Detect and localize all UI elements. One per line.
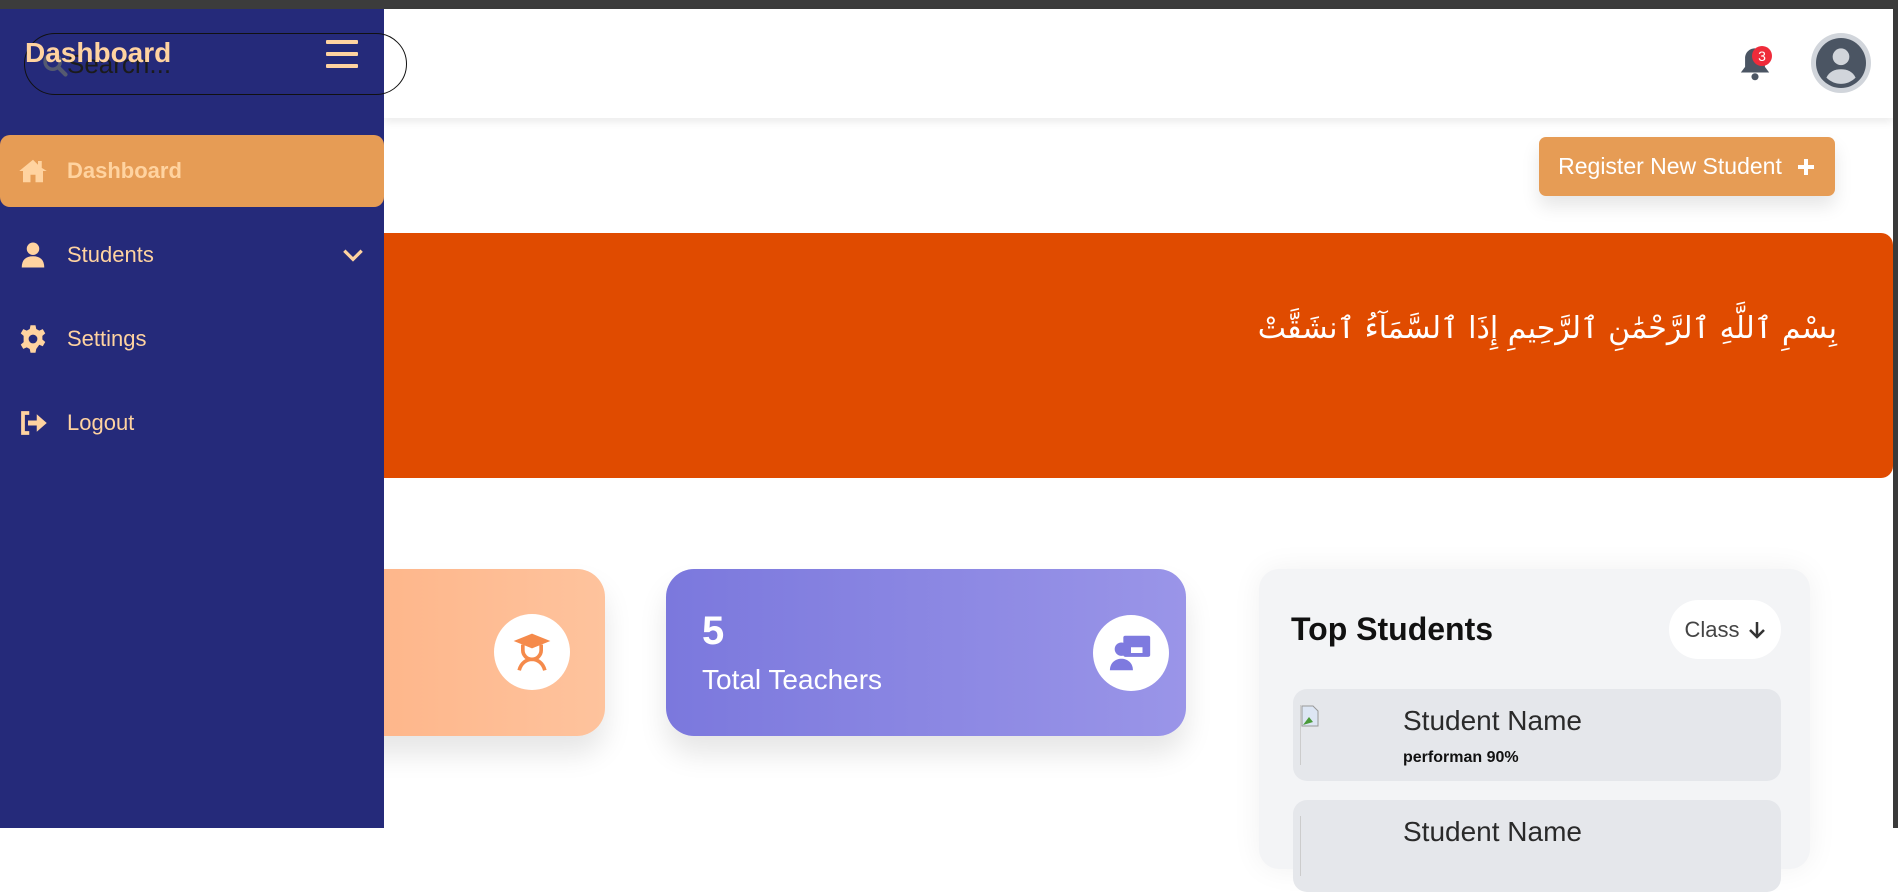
scrollbar[interactable] xyxy=(1893,9,1898,828)
logout-icon xyxy=(21,411,47,435)
student-name: Student Name xyxy=(1403,816,1582,847)
teacher-label: Total Teachers xyxy=(702,664,883,695)
stat-card-teachers: 5 Total Teachers xyxy=(666,569,1186,736)
hamburger-menu-icon[interactable] xyxy=(326,40,358,68)
top-students-panel: Top Students Class Student Name performa… xyxy=(1259,569,1810,892)
student-list-item[interactable]: Student Name xyxy=(1293,800,1781,892)
student-avatar-image xyxy=(1300,705,1358,765)
student-list-item[interactable]: Student Name performan 90% xyxy=(1293,689,1781,781)
chevron-down-icon[interactable] xyxy=(340,242,366,268)
student-performance: performan 90% xyxy=(1403,749,1519,766)
avatar[interactable] xyxy=(1811,33,1871,93)
arrow-down-icon xyxy=(1748,621,1765,639)
teacher-count: 5 xyxy=(702,609,725,653)
sidebar-item-label: Logout xyxy=(67,410,135,435)
brand-title: Dashboard xyxy=(25,37,172,68)
sidebar-item-label: Dashboard xyxy=(67,158,182,183)
sidebar-item-label: Settings xyxy=(67,326,147,351)
user-icon xyxy=(21,242,45,268)
graduate-icon xyxy=(494,614,570,690)
sidebar-item-dashboard[interactable]: Dashboard xyxy=(0,135,384,207)
notification-badge: 3 xyxy=(1752,46,1772,66)
student-avatar-image xyxy=(1300,816,1358,876)
plus-icon xyxy=(1797,158,1814,175)
gear-icon xyxy=(20,325,46,353)
browser-top-bar xyxy=(0,0,1898,9)
verse-text: بِسْمِ ٱللَّهِ ٱلرَّحْمَٰنِ ٱلرَّحِيمِ إ… xyxy=(1257,311,1837,346)
top-header xyxy=(384,9,1893,118)
class-filter-label: Class xyxy=(1684,616,1740,642)
verse-banner: بِسْمِ ٱللَّهِ ٱلرَّحْمَٰنِ ٱلرَّحِيمِ إ… xyxy=(370,233,1893,478)
class-filter-button[interactable]: Class xyxy=(1669,600,1781,659)
sidebar-item-students[interactable]: Students xyxy=(0,219,384,291)
sidebar-item-logout[interactable]: Logout xyxy=(0,387,384,459)
user-circle-icon xyxy=(1816,38,1866,88)
teacher-icon xyxy=(1093,615,1169,691)
register-new-student-button[interactable]: Register New Student xyxy=(1539,137,1835,196)
sidebar-item-label: Students xyxy=(67,242,154,267)
home-icon xyxy=(19,159,47,183)
student-name: Student Name xyxy=(1403,705,1582,736)
register-label: Register New Student xyxy=(1558,153,1782,179)
top-students-title: Top Students xyxy=(1291,611,1494,647)
sidebar-item-settings[interactable]: Settings xyxy=(0,303,384,375)
